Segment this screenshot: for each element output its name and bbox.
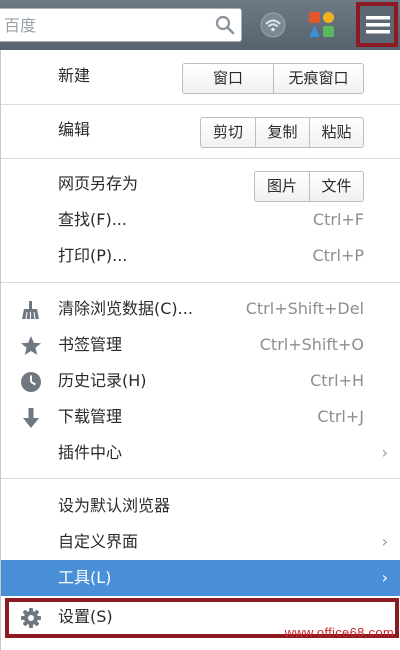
paste-button[interactable]: 粘贴 <box>309 118 363 147</box>
bookmarks-shortcut: Ctrl+Shift+O <box>259 335 364 354</box>
star-icon <box>21 336 41 355</box>
menu-divider <box>1 282 400 283</box>
plugins-label: 插件中心 <box>58 443 123 462</box>
customize-label: 自定义界面 <box>58 532 139 551</box>
menu-item-print[interactable]: 打印(P)... Ctrl+P <box>1 238 400 274</box>
new-window-button[interactable]: 窗口 <box>183 64 273 93</box>
broom-icon <box>22 301 39 320</box>
main-menu: 新建 窗口 无痕窗口 编辑 剪切 复制 粘贴 网页另存为 图片 文件 查找(F)… <box>0 50 400 650</box>
wifi-icon[interactable] <box>260 12 286 38</box>
menu-divider <box>1 104 400 105</box>
menu-divider <box>1 158 400 159</box>
history-label: 历史记录(H) <box>58 371 147 390</box>
menu-item-tools[interactable]: 工具(L) › <box>1 560 400 596</box>
chevron-right-icon: › <box>381 532 388 551</box>
save-file-button[interactable]: 文件 <box>309 172 363 201</box>
menu-divider <box>1 478 400 479</box>
new-label: 新建 <box>58 66 91 85</box>
new-button-group: 窗口 无痕窗口 <box>182 63 364 94</box>
downloads-label: 下载管理 <box>58 407 123 426</box>
main-menu-button[interactable] <box>356 2 398 47</box>
save-page-button-group: 图片 文件 <box>254 171 364 202</box>
menu-item-history[interactable]: 历史记录(H) Ctrl+H <box>1 363 400 399</box>
downloads-shortcut: Ctrl+J <box>317 407 364 426</box>
save-image-button[interactable]: 图片 <box>255 172 309 201</box>
menu-item-find[interactable]: 查找(F)... Ctrl+F <box>1 202 400 238</box>
menu-item-downloads[interactable]: 下载管理 Ctrl+J <box>1 399 400 435</box>
menu-row-new: 新建 窗口 无痕窗口 <box>1 58 400 94</box>
menu-row-save-page: 网页另存为 图片 文件 <box>1 166 400 202</box>
menu-item-clear-data[interactable]: 清除浏览数据(C)... Ctrl+Shift+Del <box>1 291 400 327</box>
clock-icon <box>21 372 41 392</box>
tools-label: 工具(L) <box>58 568 112 587</box>
menu-item-default-browser[interactable]: 设为默认浏览器 <box>1 488 400 524</box>
menu-item-bookmarks[interactable]: 书签管理 Ctrl+Shift+O <box>1 327 400 363</box>
find-label: 查找(F)... <box>58 210 127 229</box>
cut-button[interactable]: 剪切 <box>201 118 255 147</box>
apps-icon[interactable] <box>308 11 335 38</box>
print-label: 打印(P)... <box>58 246 128 265</box>
chevron-right-icon: › <box>381 443 388 462</box>
bookmarks-label: 书签管理 <box>58 335 123 354</box>
browser-toolbar <box>0 0 400 50</box>
find-shortcut: Ctrl+F <box>312 210 364 229</box>
search-box[interactable] <box>0 8 242 42</box>
watermark: www.office68.com <box>284 625 394 640</box>
new-incognito-window-button[interactable]: 无痕窗口 <box>273 64 363 93</box>
edit-label: 编辑 <box>58 120 91 139</box>
clear-data-shortcut: Ctrl+Shift+Del <box>245 299 364 318</box>
print-shortcut: Ctrl+P <box>312 246 364 265</box>
hamburger-icon <box>366 16 390 34</box>
menu-item-plugins[interactable]: 插件中心 › <box>1 435 400 471</box>
clear-data-label: 清除浏览数据(C)... <box>58 299 193 318</box>
download-arrow-icon <box>23 408 39 428</box>
search-input[interactable] <box>2 9 206 41</box>
default-browser-label: 设为默认浏览器 <box>58 496 171 515</box>
menu-row-edit: 编辑 剪切 复制 粘贴 <box>1 112 400 148</box>
copy-button[interactable]: 复制 <box>255 118 309 147</box>
edit-button-group: 剪切 复制 粘贴 <box>200 117 364 148</box>
history-shortcut: Ctrl+H <box>310 371 364 390</box>
search-icon[interactable] <box>215 15 235 35</box>
save-page-label: 网页另存为 <box>58 174 139 193</box>
menu-item-customize[interactable]: 自定义界面 › <box>1 524 400 560</box>
chevron-right-icon: › <box>381 568 388 587</box>
